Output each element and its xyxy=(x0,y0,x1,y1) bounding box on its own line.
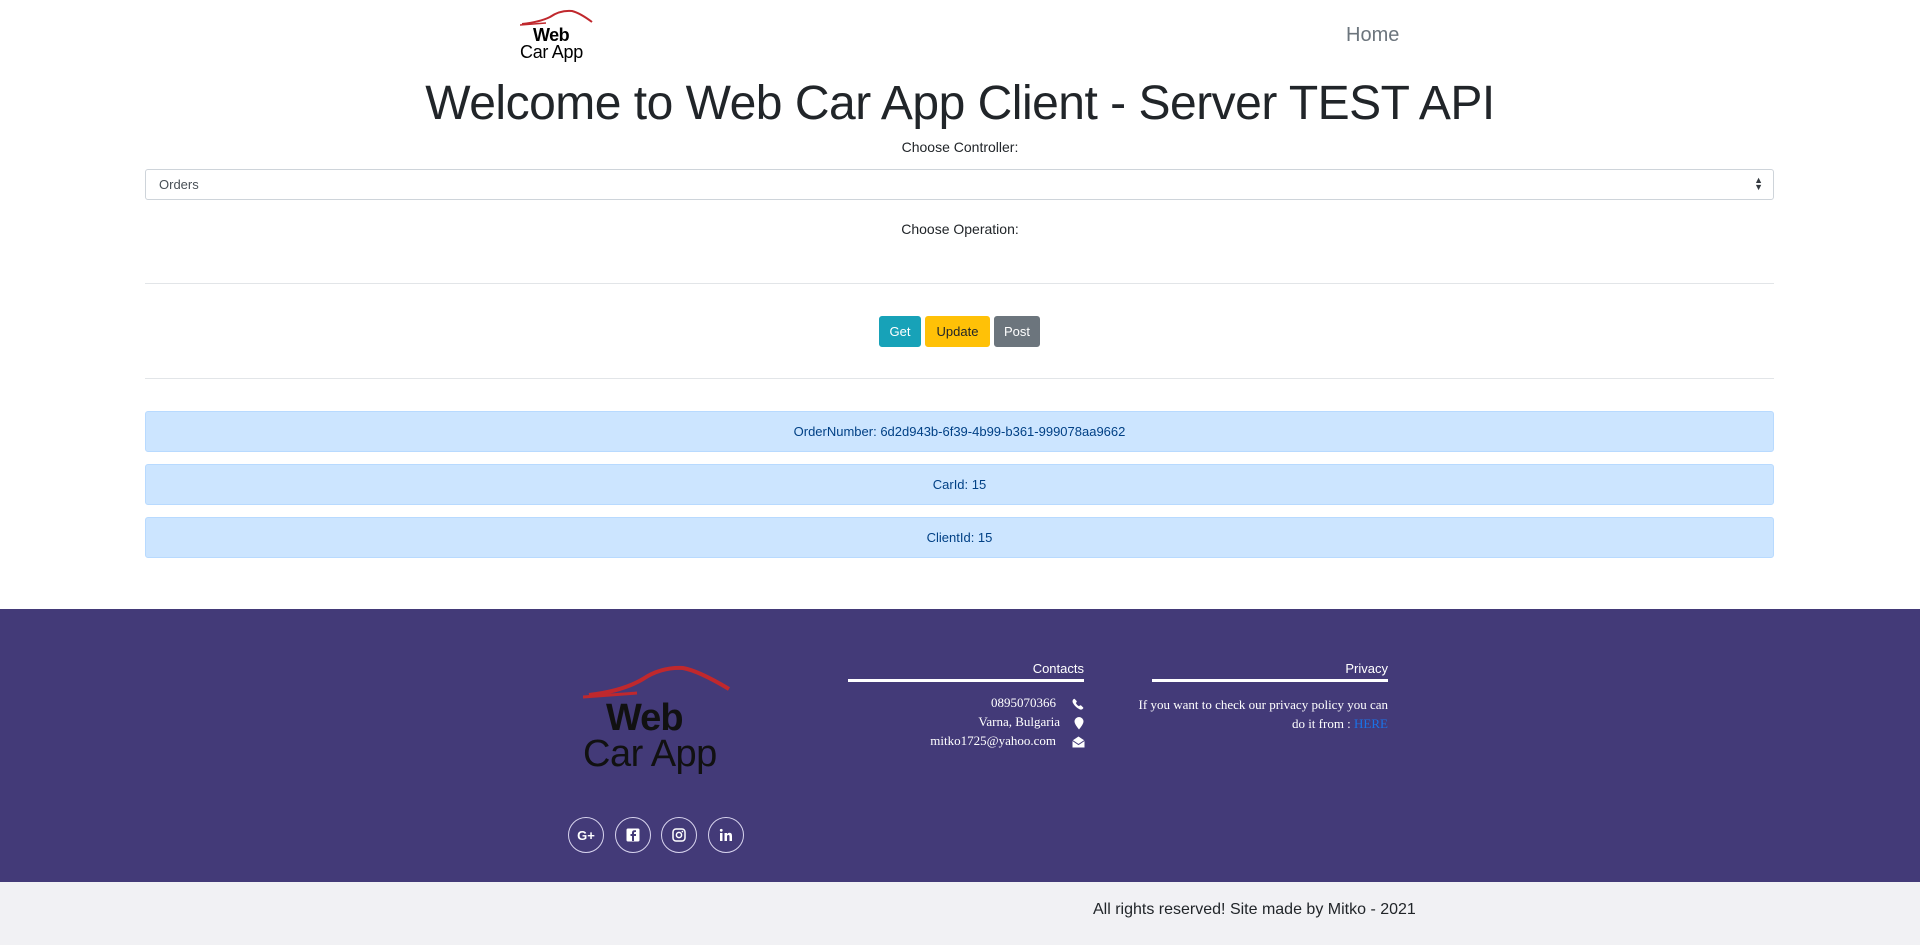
controller-select[interactable]: Orders ▲ ▼ xyxy=(145,169,1774,200)
footer-logo-text-car-app: Car App xyxy=(583,733,717,775)
result-order-number: OrderNumber: 6d2d943b-6f39-4b99-b361-999… xyxy=(145,411,1774,452)
copyright-text: All rights reserved! Site made by Mitko … xyxy=(1093,901,1416,918)
instagram-icon[interactable] xyxy=(661,817,697,853)
contact-email: mitko1725@yahoo.com xyxy=(930,733,1056,748)
controller-select-value: Orders xyxy=(159,177,199,192)
facebook-icon[interactable] xyxy=(615,817,651,853)
contacts-title: Contacts xyxy=(1032,661,1084,676)
result-car-id: CarId: 15 xyxy=(145,464,1774,505)
footer: Web Car App G+ Contacts 0895070366 Varna… xyxy=(0,609,1920,882)
privacy-title: Privacy xyxy=(1345,661,1388,676)
result-client-id: ClientId: 15 xyxy=(145,517,1774,558)
post-button[interactable]: Post xyxy=(994,316,1040,347)
contact-address: Varna, Bulgaria xyxy=(978,714,1060,729)
privacy-description: If you want to check our privacy policy … xyxy=(1138,697,1388,731)
privacy-text-block: If you want to check our privacy policy … xyxy=(1130,695,1388,733)
privacy-rule xyxy=(1152,679,1388,682)
logo-text-car-app: Car App xyxy=(520,42,583,62)
top-navbar: Web Car App Home xyxy=(0,0,1920,70)
page-title: Welcome to Web Car App Client - Server T… xyxy=(425,77,1495,130)
privacy-here-link[interactable]: HERE xyxy=(1354,716,1388,731)
phone-icon xyxy=(1070,696,1086,712)
update-button[interactable]: Update xyxy=(925,316,990,347)
divider-top xyxy=(145,283,1774,284)
contacts-rule xyxy=(848,679,1084,682)
google-plus-icon[interactable]: G+ xyxy=(568,817,604,853)
choose-controller-label: Choose Controller: xyxy=(901,139,1019,155)
envelope-open-icon xyxy=(1070,734,1086,750)
linkedin-icon[interactable] xyxy=(708,817,744,853)
select-arrows-icon: ▲ ▼ xyxy=(1754,175,1763,192)
brand-logo[interactable]: Web Car App xyxy=(516,8,596,62)
footer-logo: Web Car App xyxy=(583,661,733,781)
divider-bottom xyxy=(145,378,1774,379)
map-marker-icon xyxy=(1071,715,1087,731)
get-button[interactable]: Get xyxy=(879,316,921,347)
nav-home-link[interactable]: Home xyxy=(1346,24,1399,47)
contact-phone: 0895070366 xyxy=(991,695,1056,710)
copyright-bar: All rights reserved! Site made by Mitko … xyxy=(0,882,1920,945)
choose-operation-label: Choose Operation: xyxy=(901,221,1019,237)
